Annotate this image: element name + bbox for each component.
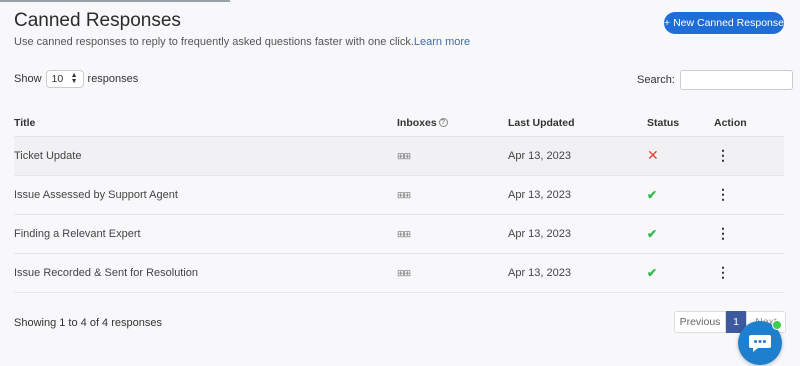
search-input[interactable] [679, 70, 793, 90]
show-label: Show [14, 73, 42, 85]
help-icon[interactable]: ? [438, 118, 448, 128]
learn-more-link[interactable]: Learn more [414, 36, 470, 48]
page-size-select[interactable]: 10 ▲ ▼ [45, 70, 84, 88]
row-last-updated: Apr 13, 2023 [508, 175, 647, 215]
row-action: ⋮ [714, 253, 784, 293]
row-action: ⋮ [714, 136, 784, 176]
page-size-control: Show 10 ▲ ▼ responses [14, 70, 138, 88]
row-inboxes: ⊞⊞ [397, 214, 508, 254]
page-size-value: 10 [51, 73, 64, 85]
row-last-updated: Apr 13, 2023 [508, 214, 647, 254]
header-action: Action [714, 110, 784, 137]
online-status-dot [772, 320, 782, 330]
header-inboxes: Inboxes? [397, 110, 508, 137]
row-title: Ticket Update [14, 136, 397, 176]
inbox-icon: ⊞⊞ [397, 150, 411, 161]
header-title: Title [14, 110, 397, 137]
page-title: Canned Responses [14, 10, 181, 31]
responses-label: responses [87, 73, 139, 85]
row-title: Finding a Relevant Expert [14, 214, 397, 254]
check-icon: ✔ [647, 265, 658, 280]
select-arrows-icon: ▲ ▼ [70, 72, 78, 85]
row-status: ✔ [647, 214, 714, 254]
row-inboxes: ⊞⊞ [397, 175, 508, 215]
row-title: Issue Assessed by Support Agent [14, 175, 397, 215]
search-control: Search: [637, 70, 793, 90]
page-header: Canned Responses [14, 10, 181, 32]
row-status: ✔ [647, 253, 714, 293]
pagination-info: Showing 1 to 4 of 4 responses [14, 317, 162, 329]
search-label: Search: [637, 74, 675, 86]
inbox-icon: ⊞⊞ [397, 267, 411, 278]
header-status: Status [647, 110, 714, 137]
row-status: ✔ [647, 175, 714, 215]
row-action: ⋮ [714, 214, 784, 254]
table-row[interactable]: Finding a Relevant Expert ⊞⊞ Apr 13, 202… [14, 214, 784, 254]
table-row[interactable]: Issue Assessed by Support Agent ⊞⊞ Apr 1… [14, 175, 784, 215]
x-icon: ✕ [647, 147, 659, 163]
kebab-menu-icon[interactable]: ⋮ [714, 225, 730, 241]
inbox-icon: ⊞⊞ [397, 189, 411, 200]
table-row[interactable]: Ticket Update ⊞⊞ Apr 13, 2023 ✕ ⋮ [14, 136, 784, 176]
row-action: ⋮ [714, 175, 784, 215]
row-last-updated: Apr 13, 2023 [508, 253, 647, 293]
canned-responses-table: Title Inboxes? Last Updated Status Actio… [14, 110, 784, 293]
row-title: Issue Recorded & Sent for Resolution [14, 253, 397, 293]
page-subtitle: Use canned responses to reply to frequen… [14, 36, 470, 48]
subtitle-text: Use canned responses to reply to frequen… [14, 36, 414, 48]
check-icon: ✔ [647, 187, 658, 202]
new-canned-response-button[interactable]: + New Canned Response [664, 12, 784, 34]
row-last-updated: Apr 13, 2023 [508, 136, 647, 176]
row-inboxes: ⊞⊞ [397, 253, 508, 293]
header-inboxes-label: Inboxes [397, 116, 437, 129]
row-status: ✕ [647, 136, 714, 176]
chat-bubble-icon [749, 335, 771, 352]
inbox-icon: ⊞⊞ [397, 228, 411, 239]
header-last-updated: Last Updated [508, 110, 647, 137]
row-inboxes: ⊞⊞ [397, 136, 508, 176]
kebab-menu-icon[interactable]: ⋮ [714, 147, 730, 163]
check-icon: ✔ [647, 226, 658, 241]
table-row[interactable]: Issue Recorded & Sent for Resolution ⊞⊞ … [14, 253, 784, 293]
kebab-menu-icon[interactable]: ⋮ [714, 186, 730, 202]
table-header-row: Title Inboxes? Last Updated Status Actio… [14, 110, 784, 137]
top-divider [0, 0, 230, 2]
kebab-menu-icon[interactable]: ⋮ [714, 264, 730, 280]
previous-page-button[interactable]: Previous [674, 311, 726, 333]
